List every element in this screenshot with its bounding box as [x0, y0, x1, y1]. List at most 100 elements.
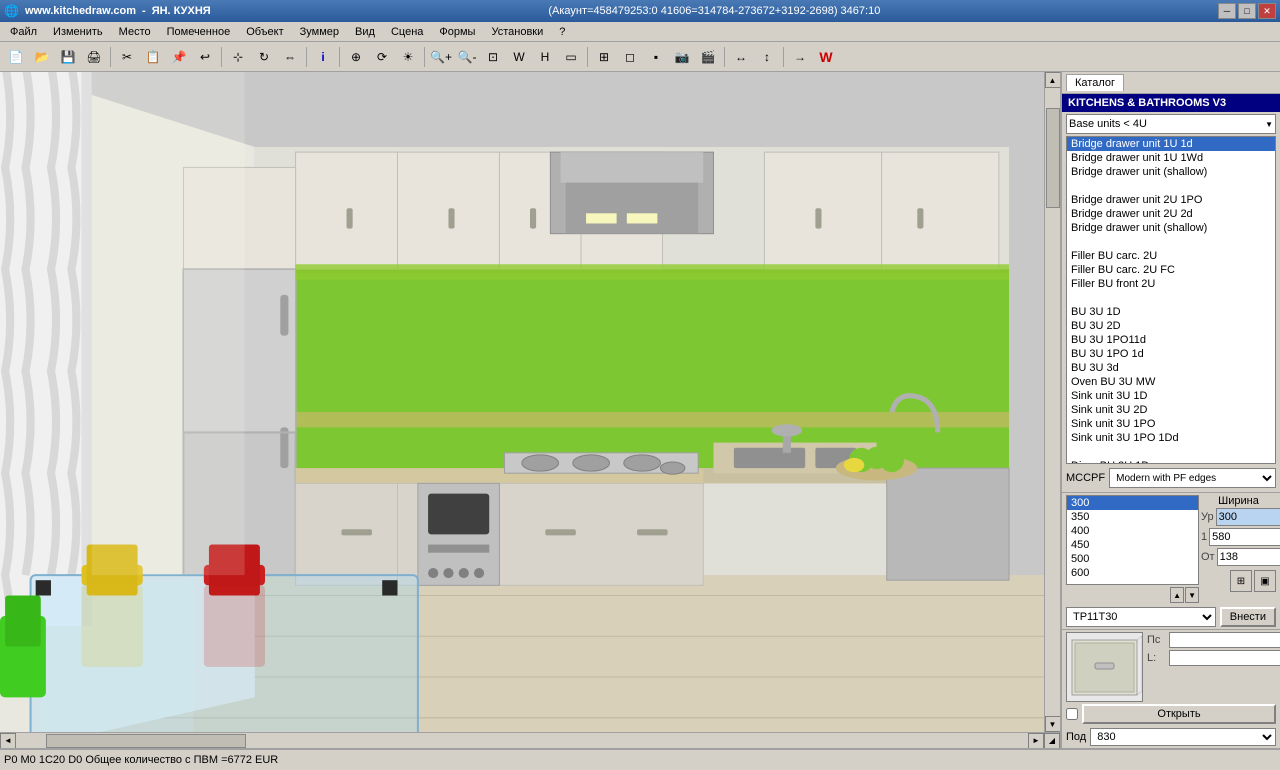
filter-dropdown[interactable]: Base units < 4U ▼	[1066, 114, 1276, 134]
list-item-8[interactable]: Filler BU carc. 2U	[1067, 249, 1275, 263]
toolbar-sun[interactable]: ☀	[396, 46, 420, 68]
toolbar-print[interactable]: 🖨	[82, 46, 106, 68]
list-item-10[interactable]: Filler BU front 2U	[1067, 277, 1275, 291]
catalog-title: KITCHENS & BATHROOMS V3	[1062, 94, 1280, 112]
list-item-15[interactable]: BU 3U 1PO 1d	[1067, 347, 1275, 361]
dim-item-600[interactable]: 600	[1067, 566, 1198, 580]
menu-object[interactable]: Объект	[238, 24, 291, 40]
list-item-13[interactable]: BU 3U 2D	[1067, 319, 1275, 333]
list-item-5[interactable]: Bridge drawer unit 2U 2d	[1067, 207, 1275, 221]
list-item-2[interactable]: Bridge drawer unit (shallow)	[1067, 165, 1275, 179]
viewport[interactable]: ◄ ► ◢ ▲ ▼	[0, 72, 1060, 748]
viewport-scrollbar-vertical[interactable]: ▲ ▼	[1044, 72, 1060, 732]
dim-item-450[interactable]: 450	[1067, 538, 1198, 552]
scroll-right-btn[interactable]: ►	[1028, 733, 1044, 749]
menu-file[interactable]: Файл	[2, 24, 45, 40]
dim-scroll-up[interactable]: ▲	[1170, 587, 1184, 603]
title-bar: 🌐 www.kitchedraw.com - ЯН. КУХНЯ (Акаунт…	[0, 0, 1280, 22]
toolbar-mirror[interactable]: ⇔	[278, 46, 302, 68]
toolbar-rotate[interactable]: ↻	[252, 46, 276, 68]
ur-input[interactable]	[1216, 508, 1280, 526]
toolbar-video[interactable]: 🎬	[696, 46, 720, 68]
scroll-down-btn[interactable]: ▼	[1045, 716, 1061, 732]
toolbar-save[interactable]: 💾	[56, 46, 80, 68]
list-item-4[interactable]: Bridge drawer unit 2U 1PO	[1067, 193, 1275, 207]
toolbar-cut[interactable]: ✂	[115, 46, 139, 68]
list-item-21[interactable]: Sink unit 3U 1PO 1Dd	[1067, 431, 1275, 445]
toolbar-zoom-fit[interactable]: ⊡	[481, 46, 505, 68]
list-item-18[interactable]: Sink unit 3U 1D	[1067, 389, 1275, 403]
dim-icon-btn2[interactable]: ▣	[1254, 570, 1276, 592]
title-bar-url: www.kitchedraw.com	[25, 5, 136, 17]
list-item-12[interactable]: BU 3U 1D	[1067, 305, 1275, 319]
menu-edit[interactable]: Изменить	[45, 24, 111, 40]
menu-forms[interactable]: Формы	[431, 24, 483, 40]
toolbar-dim2[interactable]: ↕	[755, 46, 779, 68]
i-input[interactable]	[1209, 528, 1280, 546]
toolbar-zoom-w[interactable]: W	[507, 46, 531, 68]
list-item-16[interactable]: BU 3U 3d	[1067, 361, 1275, 375]
list-item-19[interactable]: Sink unit 3U 2D	[1067, 403, 1275, 417]
menu-scene[interactable]: Сцена	[383, 24, 431, 40]
menu-help[interactable]: ?	[551, 24, 573, 40]
ot-input[interactable]	[1217, 548, 1280, 566]
menu-zoom[interactable]: Зуммер	[292, 24, 347, 40]
dim-scroll-down[interactable]: ▼	[1185, 587, 1199, 603]
toolbar-copy[interactable]: 📋	[141, 46, 165, 68]
menu-marked[interactable]: Помеченное	[159, 24, 239, 40]
list-item-14[interactable]: BU 3U 1PO11d	[1067, 333, 1275, 347]
toolbar-undo[interactable]: ↩	[193, 46, 217, 68]
dimensions-list[interactable]: 300 350 400 450 500 600	[1066, 495, 1199, 585]
open-checkbox[interactable]	[1066, 708, 1078, 720]
toolbar-info[interactable]: i	[311, 46, 335, 68]
insert-dropdown[interactable]: TP11T30	[1066, 607, 1216, 627]
open-button[interactable]: Открыть	[1082, 704, 1276, 724]
list-item-0[interactable]: Bridge drawer unit 1U 1d	[1067, 137, 1275, 151]
toolbar-arrow[interactable]: →	[788, 46, 812, 68]
style-dropdown[interactable]: Modern with PF edges	[1109, 468, 1276, 488]
l-input[interactable]	[1169, 650, 1280, 666]
menu-settings[interactable]: Установки	[483, 24, 551, 40]
toolbar-zoom-rect[interactable]: ▭	[559, 46, 583, 68]
maximize-button[interactable]: □	[1238, 3, 1256, 19]
toolbar-dim1[interactable]: ↔	[729, 46, 753, 68]
list-item-23[interactable]: Diag. BU 3U 1D	[1067, 459, 1275, 464]
insert-button[interactable]: Внести	[1220, 607, 1276, 627]
toolbar-3d-box[interactable]: ◻	[618, 46, 642, 68]
list-item-6[interactable]: Bridge drawer unit (shallow)	[1067, 221, 1275, 235]
pod-dropdown[interactable]: 830	[1090, 728, 1276, 746]
resize-corner[interactable]: ◢	[1044, 733, 1060, 749]
dim-item-350[interactable]: 350	[1067, 510, 1198, 524]
toolbar-open[interactable]: 📂	[30, 46, 54, 68]
list-item-20[interactable]: Sink unit 3U 1PO	[1067, 417, 1275, 431]
toolbar-render[interactable]: ▪	[644, 46, 668, 68]
toolbar-cursor[interactable]: ⊕	[344, 46, 368, 68]
list-item-9[interactable]: Filler BU carc. 2U FC	[1067, 263, 1275, 277]
list-item-1[interactable]: Bridge drawer unit 1U 1Wd	[1067, 151, 1275, 165]
menu-view[interactable]: Вид	[347, 24, 383, 40]
toolbar-plan[interactable]: ⊞	[592, 46, 616, 68]
list-item-17[interactable]: Oven BU 3U MW	[1067, 375, 1275, 389]
toolbar-w[interactable]: W	[814, 46, 838, 68]
toolbar-zoom-h[interactable]: H	[533, 46, 557, 68]
catalog-tab[interactable]: Каталог	[1066, 74, 1124, 91]
toolbar-cam[interactable]: 📷	[670, 46, 694, 68]
viewport-scrollbar-horizontal[interactable]: ◄ ► ◢	[0, 732, 1060, 748]
scroll-up-btn[interactable]: ▲	[1045, 72, 1061, 88]
scroll-left-btn[interactable]: ◄	[0, 733, 16, 749]
toolbar-refresh[interactable]: ⟳	[370, 46, 394, 68]
toolbar-zoom-in[interactable]: 🔍+	[429, 46, 453, 68]
minimize-button[interactable]: ─	[1218, 3, 1236, 19]
close-button[interactable]: ✕	[1258, 3, 1276, 19]
pd-input[interactable]	[1169, 632, 1280, 648]
toolbar-move[interactable]: ⊹	[226, 46, 250, 68]
dim-icon-btn1[interactable]: ⊞	[1230, 570, 1252, 592]
catalog-item-list[interactable]: Bridge drawer unit 1U 1d Bridge drawer u…	[1066, 136, 1276, 464]
toolbar-new[interactable]: 📄	[4, 46, 28, 68]
dim-item-300[interactable]: 300	[1067, 496, 1198, 510]
dim-item-400[interactable]: 400	[1067, 524, 1198, 538]
menu-place[interactable]: Место	[111, 24, 159, 40]
toolbar-zoom-out[interactable]: 🔍-	[455, 46, 479, 68]
dim-item-500[interactable]: 500	[1067, 552, 1198, 566]
toolbar-paste[interactable]: 📌	[167, 46, 191, 68]
